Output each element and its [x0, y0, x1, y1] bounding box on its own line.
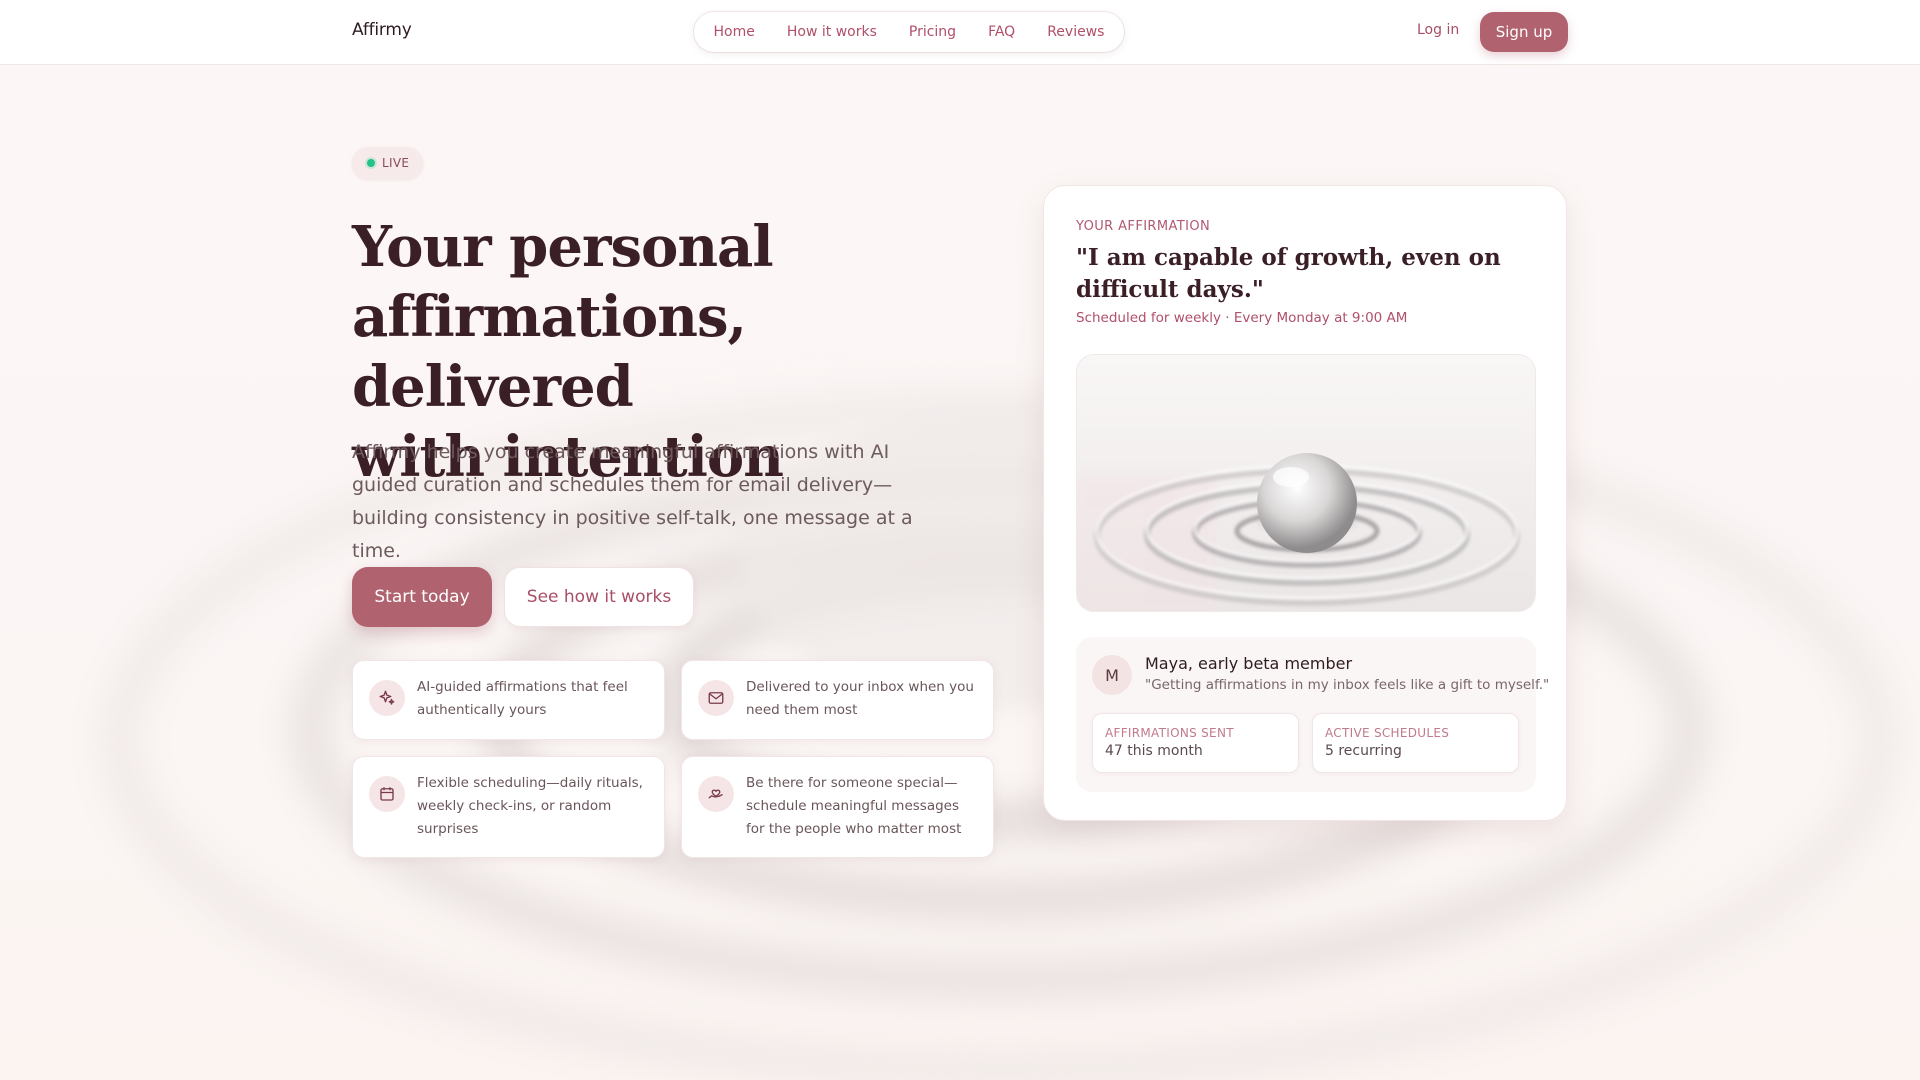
water-ripple-background [0, 0, 1920, 1080]
live-badge: LIVE [352, 147, 424, 179]
testimonial: M Maya, early beta member "Getting affir… [1076, 637, 1549, 792]
top-navigation-bar: Affirmy Home How it works Pricing FAQ Re… [0, 0, 1920, 65]
feature-text-ai: AI-guided affirmations that feel authent… [417, 679, 628, 718]
live-status-dot [367, 159, 375, 167]
feature-card-scheduling: Flexible scheduling—daily rituals, weekl… [352, 756, 665, 858]
nav-link-reviews[interactable]: Reviews [1031, 24, 1120, 40]
feature-card-ai: AI-guided affirmations that feel authent… [352, 660, 665, 740]
affirmation-card: YOUR AFFIRMATION "I am capable of growth… [1043, 185, 1567, 821]
stat-value: 5 recurring [1325, 743, 1402, 759]
nav-link-pricing[interactable]: Pricing [893, 24, 972, 40]
stat-value: 47 this month [1105, 743, 1203, 759]
feature-text-scheduling: Flexible scheduling—daily rituals, weekl… [417, 775, 643, 837]
stat-label: AFFIRMATIONS SENT [1105, 726, 1234, 740]
hero-title-line-2: affirmations, delivered [352, 284, 747, 420]
hero-title-line-1: Your personal [352, 214, 774, 280]
feature-card-someone-special: Be there for someone special—schedule me… [681, 756, 994, 858]
mail-icon [698, 680, 734, 716]
stat-active-schedules: ACTIVE SCHEDULES 5 recurring [1312, 713, 1519, 773]
stat-label: ACTIVE SCHEDULES [1325, 726, 1450, 740]
signup-button[interactable]: Sign up [1480, 12, 1568, 52]
card-eyebrow: YOUR AFFIRMATION [1076, 219, 1211, 234]
nav-link-faq[interactable]: FAQ [972, 24, 1031, 40]
main-nav: Home How it works Pricing FAQ Reviews [694, 12, 1124, 52]
stat-affirmations-sent: AFFIRMATIONS SENT 47 this month [1092, 713, 1299, 773]
see-how-it-works-button[interactable]: See how it works [504, 567, 694, 627]
nav-link-how-it-works[interactable]: How it works [771, 24, 893, 40]
calendar-icon [369, 776, 405, 812]
hero-subtitle: Affirmy helps you create meaningful affi… [352, 441, 913, 562]
water-drop-image [1076, 354, 1536, 612]
login-link[interactable]: Log in [1417, 22, 1459, 38]
sparkles-icon [369, 680, 405, 716]
nav-link-home[interactable]: Home [698, 24, 771, 40]
feature-card-inbox: Delivered to your inbox when you need th… [681, 660, 994, 740]
affirmation-quote: "I am capable of growth, even on difficu… [1076, 244, 1501, 303]
feature-text-inbox: Delivered to your inbox when you need th… [746, 679, 974, 718]
heart-hand-icon [698, 776, 734, 812]
schedule-text: Scheduled for weekly · Every Monday at 9… [1076, 310, 1408, 326]
testimonial-name: Maya, early beta member [1145, 654, 1353, 673]
testimonial-quote: "Getting affirmations in my inbox feels … [1145, 677, 1550, 693]
feature-text-someone-special: Be there for someone special—schedule me… [746, 775, 962, 837]
avatar: M [1092, 655, 1132, 695]
live-badge-label: LIVE [382, 156, 410, 170]
brand-logo[interactable]: Affirmy [352, 20, 412, 40]
start-today-button[interactable]: Start today [352, 567, 492, 627]
